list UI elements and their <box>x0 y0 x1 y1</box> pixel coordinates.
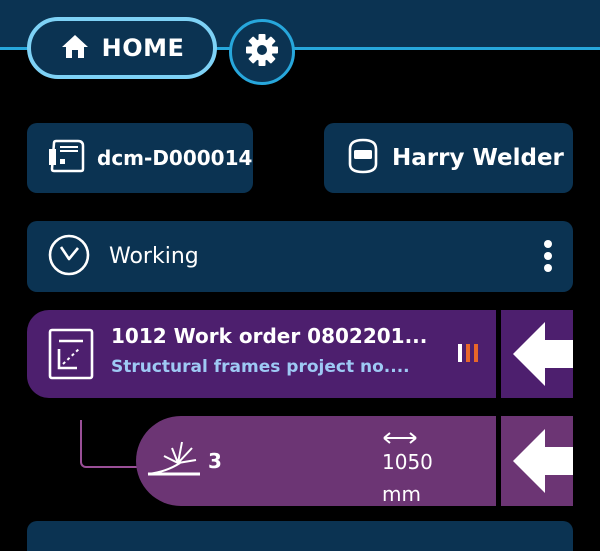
length-arrows-icon <box>382 430 418 449</box>
weld-item[interactable]: 3 1050 mm <box>136 416 496 506</box>
next-card-partial <box>27 521 573 551</box>
load-work-order-button[interactable] <box>501 310 590 398</box>
tree-connector <box>80 420 140 468</box>
work-order-title: 1012 Work order 0802201... <box>111 324 428 348</box>
work-order-subtitle: Structural frames project no.... <box>111 357 410 377</box>
welding-machine-icon <box>47 139 85 177</box>
work-order-item[interactable]: 1012 Work order 0802201... Structural fr… <box>27 310 496 398</box>
home-icon <box>60 33 90 63</box>
signal-bars-icon <box>457 343 481 367</box>
welder-helmet-icon <box>346 137 380 179</box>
weld-count: 3 <box>208 449 222 473</box>
status-label: Working <box>109 244 199 269</box>
arrow-left-icon <box>501 429 590 510</box>
station-id: dcm-D000014 <box>97 146 253 170</box>
status-card[interactable]: Working <box>27 221 573 292</box>
document-icon <box>48 328 94 384</box>
arrow-left-icon <box>501 322 590 402</box>
home-label: HOME <box>101 34 185 62</box>
gear-icon <box>245 33 279 71</box>
home-button[interactable]: HOME <box>27 17 217 79</box>
clock-icon <box>47 233 91 281</box>
weld-spark-icon <box>142 436 204 482</box>
settings-button[interactable] <box>229 19 295 85</box>
operator-card[interactable]: Harry Welder <box>324 123 573 193</box>
operator-name: Harry Welder <box>392 145 564 171</box>
load-weld-button[interactable] <box>501 416 590 506</box>
weld-length-unit: mm <box>382 482 421 506</box>
station-card[interactable]: dcm-D000014 <box>27 123 253 193</box>
weld-length-value: 1050 <box>382 450 433 474</box>
more-vertical-icon[interactable] <box>543 239 553 277</box>
